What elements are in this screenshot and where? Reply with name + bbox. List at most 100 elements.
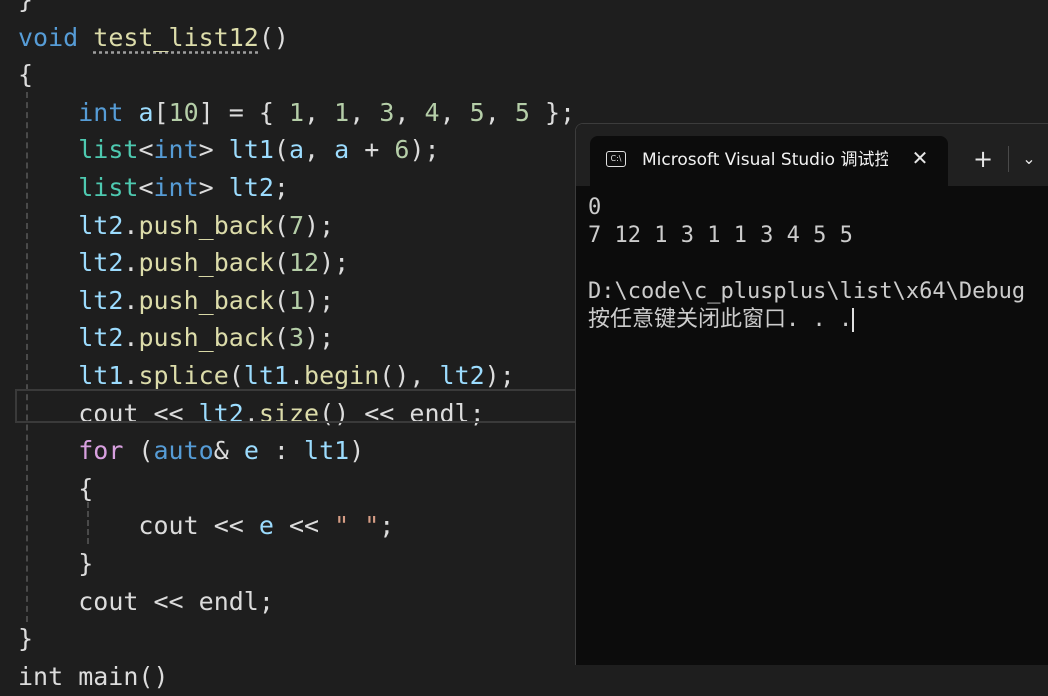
code-token: 3 — [379, 97, 395, 127]
code-token: , — [349, 97, 380, 127]
code-token: < — [138, 135, 154, 165]
code-line[interactable]: { — [18, 470, 93, 508]
chevron-down-icon[interactable]: ⌄ — [1018, 148, 1040, 170]
new-tab-button[interactable]: + — [970, 146, 996, 172]
code-token: ); — [304, 285, 335, 315]
code-line[interactable]: cout << endl; — [18, 583, 274, 621]
code-token: ; — [273, 173, 289, 202]
code-line[interactable]: void test_list12() — [18, 19, 289, 57]
console-output[interactable]: 0 7 12 1 3 1 1 3 4 5 5 D:\code\c_plusplu… — [588, 194, 1048, 334]
code-token: 7 — [288, 210, 305, 240]
code-token: . — [123, 285, 139, 315]
code-token: > — [198, 135, 229, 165]
code-token: ] = { — [198, 97, 289, 127]
code-token: cout — [138, 511, 199, 541]
code-token: [ — [153, 97, 169, 127]
code-token: lt2 — [228, 173, 274, 202]
code-token: }; — [529, 97, 576, 127]
code-line[interactable]: list<int> lt1(a, a + 6); — [18, 131, 439, 169]
code-token: ( — [273, 323, 289, 353]
code-token: endl — [198, 586, 259, 616]
code-token: list — [78, 135, 139, 165]
code-token: splice — [138, 361, 229, 390]
code-token: 5 — [514, 97, 530, 127]
code-token: , — [439, 97, 470, 127]
tab-title: Microsoft Visual Studio 调试控制台 — [642, 150, 888, 170]
code-token: 1 — [334, 97, 350, 127]
code-token: lt2 — [78, 248, 124, 278]
code-token: ( — [273, 135, 289, 165]
code-token: 1 — [288, 285, 305, 315]
terminal-tab[interactable]: C:\ Microsoft Visual Studio 调试控制台 ✕ — [590, 136, 948, 186]
code-token: ); — [304, 323, 335, 353]
terminal-titlebar[interactable]: C:\ Microsoft Visual Studio 调试控制台 ✕ + ⌄ — [576, 124, 1048, 186]
code-token: . — [288, 361, 305, 390]
code-line[interactable]: } — [18, 0, 33, 19]
code-token: lt2 — [78, 285, 124, 315]
code-token: ; — [379, 511, 395, 541]
code-token: . — [123, 210, 139, 240]
code-token: () — [258, 22, 289, 52]
code-token: 10 — [168, 97, 199, 127]
code-token: list — [78, 173, 139, 202]
code-line[interactable]: lt2.push_back(3); — [18, 319, 334, 357]
code-token: e — [243, 436, 259, 466]
output-line: 7 12 1 3 1 1 3 4 5 5 — [588, 223, 853, 248]
code-line[interactable]: } — [18, 620, 33, 658]
code-line[interactable]: lt2.push_back(12); — [18, 244, 349, 282]
code-line[interactable]: int main() — [18, 658, 169, 696]
code-token: . — [123, 361, 139, 390]
code-token: } — [18, 624, 34, 654]
output-prompt-line: 按任意键关闭此窗口. . . — [588, 306, 1048, 334]
code-line[interactable]: lt2.push_back(1); — [18, 282, 334, 320]
code-token: 12 — [288, 248, 320, 278]
code-token: a — [138, 97, 154, 127]
code-token: auto — [153, 436, 214, 466]
code-token: ( — [273, 210, 289, 240]
code-token: lt1 — [243, 361, 289, 390]
code-token: . — [123, 323, 139, 353]
code-line[interactable]: int a[10] = { 1, 1, 3, 4, 5, 5 }; — [18, 94, 575, 132]
text-cursor — [852, 308, 855, 332]
code-token: , — [304, 97, 335, 127]
code-token: & — [213, 436, 244, 466]
code-token: 4 — [424, 97, 440, 127]
code-token: push_back — [138, 210, 274, 240]
code-token: < — [138, 173, 154, 202]
code-line[interactable]: { — [18, 56, 33, 94]
code-token: ); — [304, 210, 335, 240]
code-token: (), — [379, 361, 440, 390]
code-token: test_list12 — [93, 22, 259, 52]
debug-console-window[interactable]: C:\ Microsoft Visual Studio 调试控制台 ✕ + ⌄ … — [575, 123, 1048, 665]
code-line[interactable]: for (auto& e : lt1) — [18, 432, 364, 470]
code-line[interactable]: cout << e << " "; — [18, 507, 394, 545]
code-token: 1 — [288, 97, 305, 127]
code-token: << — [273, 511, 335, 541]
code-token: ( — [273, 248, 289, 278]
code-token: int — [153, 135, 199, 165]
output-line: D:\code\c_plusplus\list\x64\Debug — [588, 279, 1026, 304]
code-token: lt2 — [439, 361, 485, 390]
code-token: { — [78, 473, 94, 503]
code-token: } — [18, 0, 33, 14]
code-token: cout — [78, 586, 139, 616]
code-token: lt2 — [78, 210, 124, 240]
code-token: ); — [484, 361, 515, 390]
code-token: int main() — [18, 661, 169, 691]
code-line[interactable]: } — [18, 545, 93, 583]
code-token: " " — [334, 511, 380, 541]
code-token: , — [304, 135, 335, 165]
code-token: ); — [319, 248, 350, 278]
output-line: 0 — [588, 195, 602, 220]
code-token: push_back — [138, 323, 274, 353]
code-line[interactable]: lt2.push_back(7); — [18, 207, 334, 245]
code-token: ( — [123, 436, 154, 466]
code-line[interactable]: list<int> lt2; — [18, 169, 289, 207]
code-token: ) — [349, 436, 365, 466]
code-token: lt2 — [78, 323, 124, 353]
close-icon[interactable]: ✕ — [908, 146, 932, 170]
code-token: lt1 — [228, 135, 274, 165]
